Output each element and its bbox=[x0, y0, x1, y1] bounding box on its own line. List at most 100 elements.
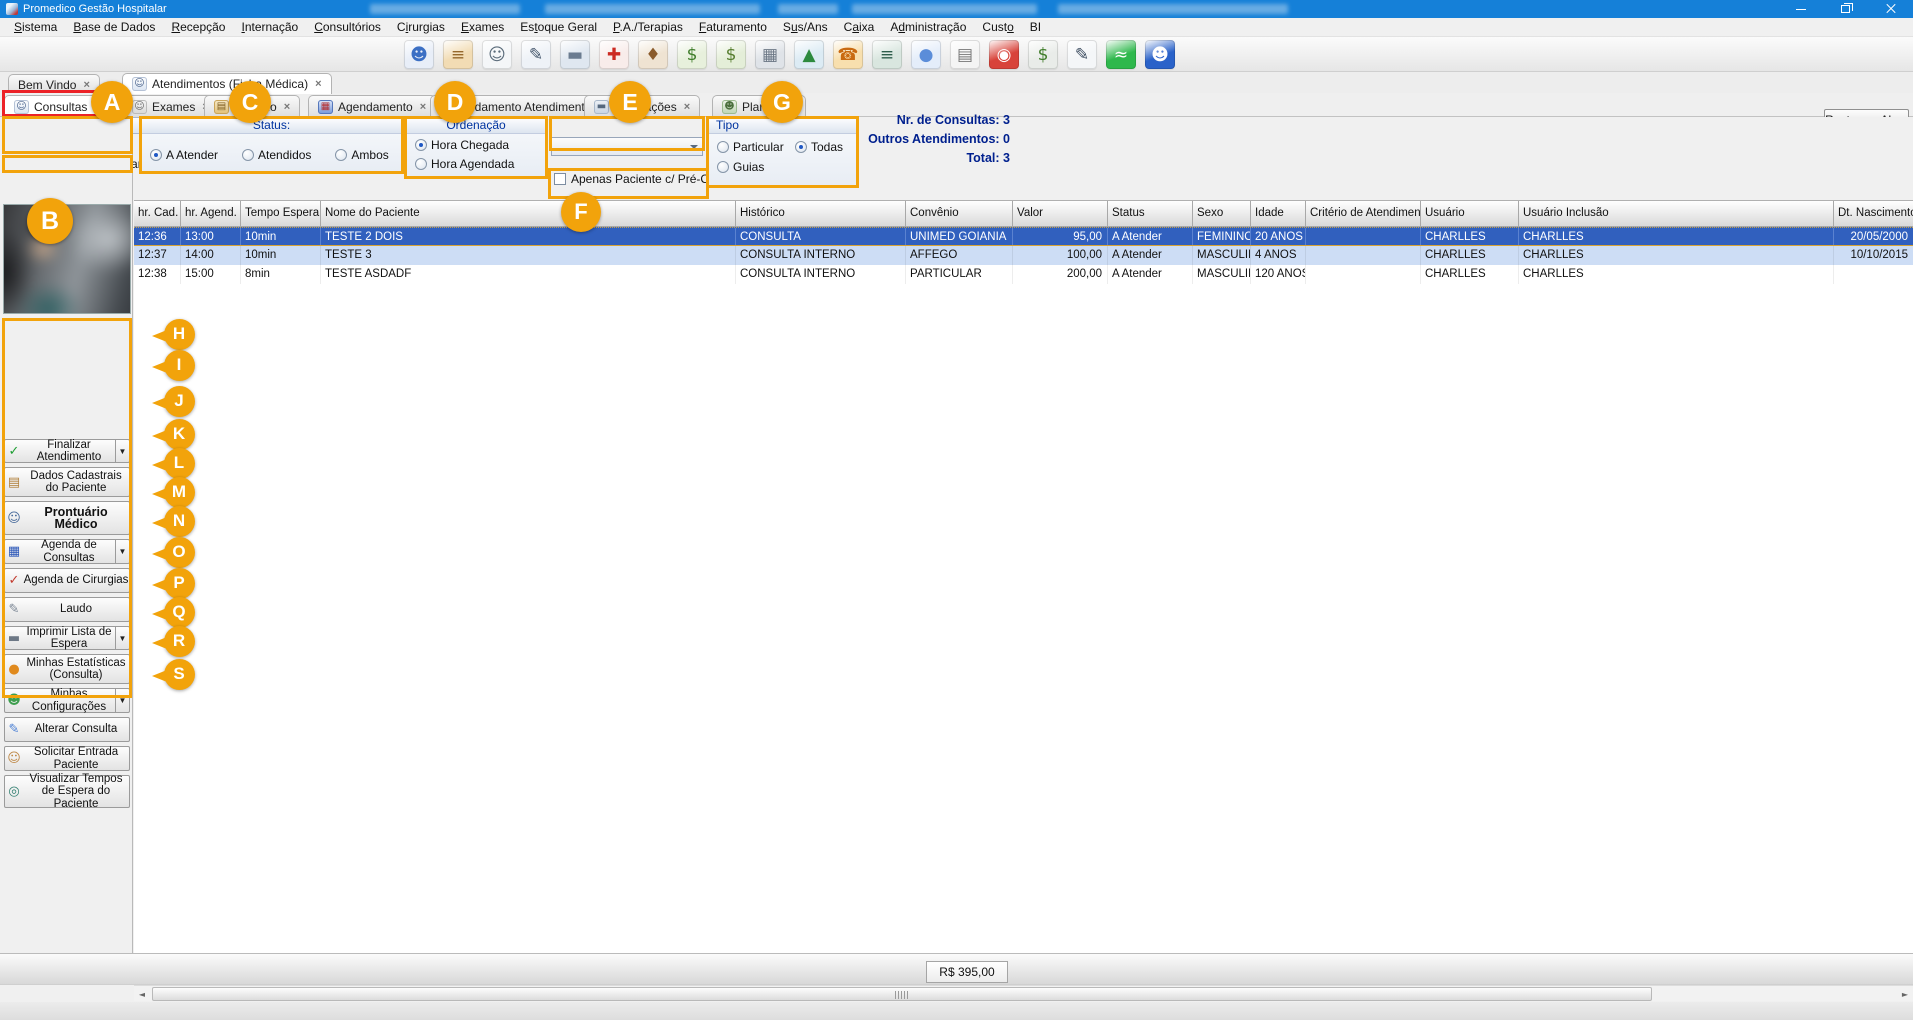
video-patient-icon[interactable]: ☻ bbox=[1145, 40, 1175, 69]
status-radio-a-atender[interactable]: A Atender bbox=[150, 148, 218, 162]
scrollbar-thumb[interactable] bbox=[152, 987, 1652, 1001]
column-header-status[interactable]: Status bbox=[1108, 201, 1193, 227]
menu-caixa[interactable]: Caixa bbox=[836, 18, 883, 36]
column-header-valor[interactable]: Valor bbox=[1013, 201, 1108, 227]
ledger-book-icon[interactable]: ≡ bbox=[872, 40, 902, 69]
close-window-icon[interactable] bbox=[1868, 0, 1913, 18]
report-grid-icon[interactable]: ▤ bbox=[950, 40, 980, 69]
checkbox-icon[interactable] bbox=[554, 173, 566, 185]
menu-p-a-terapias[interactable]: P.A./Terapias bbox=[605, 18, 691, 36]
chat-sphere-icon[interactable]: ● bbox=[911, 40, 941, 69]
menu-bi[interactable]: BI bbox=[1022, 18, 1049, 36]
power-off-icon[interactable]: ◉ bbox=[989, 40, 1019, 69]
menu-exames[interactable]: Exames bbox=[453, 18, 512, 36]
sidebar-button-agenda-de-cirurgias[interactable]: ✓Agenda de Cirurgias bbox=[4, 568, 130, 593]
radio-icon[interactable] bbox=[717, 161, 729, 173]
column-header-hr-agend[interactable]: hr. Agend. bbox=[181, 201, 241, 227]
column-header-usuario-inclusao[interactable]: Usuário Inclusão bbox=[1519, 201, 1834, 227]
menu-faturamento[interactable]: Faturamento bbox=[691, 18, 775, 36]
menu-base-de-dados[interactable]: Base de Dados bbox=[65, 18, 163, 36]
close-icon[interactable]: × bbox=[684, 101, 690, 113]
finance-chart-icon[interactable]: ▲ bbox=[794, 40, 824, 69]
dropdown-arrow-icon[interactable]: ▼ bbox=[115, 440, 129, 462]
tab-consultas[interactable]: ☺Consultas bbox=[4, 95, 97, 117]
table-row[interactable]: 12:3613:0010minTESTE 2 DOISCONSULTAUNIME… bbox=[134, 227, 1913, 246]
radio-icon[interactable] bbox=[335, 149, 347, 161]
sidebar-button-laudo[interactable]: ✎Laudo bbox=[4, 597, 130, 622]
tab-atendimentos-ficha-medica[interactable]: ☺Atendimentos (Ficha Médica)× bbox=[122, 73, 332, 94]
menu-custo[interactable]: Custo bbox=[974, 18, 1021, 36]
medical-form-icon[interactable]: ✎ bbox=[521, 40, 551, 69]
menu-administracao[interactable]: Administração bbox=[882, 18, 974, 36]
status-radio-atendidos[interactable]: Atendidos bbox=[242, 148, 311, 162]
column-header-convenio[interactable]: Convênio bbox=[906, 201, 1013, 227]
column-header-criterio-de-atendimento[interactable]: Critério de Atendimento bbox=[1306, 201, 1421, 227]
supplies-icon[interactable]: ♦ bbox=[638, 40, 668, 69]
column-header-tempo-espera[interactable]: Tempo Espera bbox=[241, 201, 321, 227]
money-stack-icon[interactable]: $ bbox=[716, 40, 746, 69]
sidebar-button-dados-cadastrais-do-paciente[interactable]: ▤Dados Cadastrais do Paciente bbox=[4, 467, 130, 497]
e-billing-icon[interactable]: $ bbox=[1028, 40, 1058, 69]
ordering-radio-hora-chegada[interactable]: Hora Chegada bbox=[415, 138, 514, 152]
sidebar-button-visualizar-tempos-de-espera-do-paciente[interactable]: ◎Visualizar Tempos de Espera do Paciente bbox=[4, 775, 130, 808]
ambulance-icon[interactable]: ✚ bbox=[599, 40, 629, 69]
units-dropdown[interactable] bbox=[551, 137, 703, 156]
radio-icon[interactable] bbox=[242, 149, 254, 161]
radio-icon[interactable] bbox=[717, 141, 729, 153]
phone-directory-icon[interactable]: ☎ bbox=[833, 40, 863, 69]
column-header-nome-do-paciente[interactable]: Nome do Paciente bbox=[321, 201, 736, 227]
menu-recepcao[interactable]: Recepção bbox=[163, 18, 233, 36]
sidebar-button-minhas-estatisticas-consulta[interactable]: ●Minhas Estatísticas (Consulta) bbox=[4, 654, 130, 684]
sidebar-button-finalizar-atendimento[interactable]: ✓Finalizar Atendimento▼ bbox=[4, 439, 130, 463]
horizontal-scrollbar[interactable]: ◄ ► bbox=[134, 985, 1913, 1001]
sidebar-button-alterar-consulta[interactable]: ✎Alterar Consulta bbox=[4, 717, 130, 742]
video-ecg-icon[interactable]: ≈ bbox=[1106, 40, 1136, 69]
table-row[interactable]: 12:3815:008minTESTE ASDADFCONSULTA INTER… bbox=[134, 265, 1913, 284]
restore-window-icon[interactable] bbox=[1823, 0, 1868, 18]
close-icon[interactable]: × bbox=[284, 101, 290, 113]
hospital-bed-icon[interactable]: ▬ bbox=[560, 40, 590, 69]
radio-icon[interactable] bbox=[415, 139, 427, 151]
sidebar-button-solicitar-entrada-paciente[interactable]: ☺Solicitar Entrada Paciente bbox=[4, 746, 130, 771]
scroll-left-icon[interactable]: ◄ bbox=[134, 987, 150, 1001]
close-icon[interactable]: × bbox=[420, 101, 426, 113]
type-radio-guias[interactable]: Guias bbox=[717, 160, 764, 174]
status-radio-ambos[interactable]: Ambos bbox=[335, 148, 388, 162]
scroll-right-icon[interactable]: ► bbox=[1897, 987, 1913, 1001]
add-patient-icon[interactable]: ☻ bbox=[404, 40, 434, 69]
chevron-down-icon[interactable] bbox=[690, 145, 698, 149]
sidebar-button-imprimir-lista-de-espera[interactable]: ▬Imprimir Lista de Espera▼ bbox=[4, 626, 130, 650]
dropdown-arrow-icon[interactable]: ▼ bbox=[115, 627, 129, 649]
sign-document-icon[interactable]: ✎ bbox=[1067, 40, 1097, 69]
dropdown-arrow-icon[interactable]: ▼ bbox=[115, 689, 129, 712]
tab-agendamento[interactable]: ▦Agendamento× bbox=[308, 95, 436, 117]
column-header-hr-cad[interactable]: hr. Cad. bbox=[134, 201, 181, 227]
sidebar-button-minhas-configuracoes[interactable]: ☻Minhas Configurações▼ bbox=[4, 688, 130, 713]
close-icon[interactable]: × bbox=[83, 79, 89, 91]
revenue-up-icon[interactable]: $ bbox=[677, 40, 707, 69]
column-header-historico[interactable]: Histórico bbox=[736, 201, 906, 227]
menu-cirurgias[interactable]: Cirurgias bbox=[389, 18, 453, 36]
ordering-radio-hora-agendada[interactable]: Hora Agendada bbox=[415, 157, 514, 171]
menu-consultorios[interactable]: Consultórios bbox=[306, 18, 389, 36]
radio-icon[interactable] bbox=[150, 149, 162, 161]
minimize-icon[interactable] bbox=[1778, 0, 1823, 18]
column-header-dt-nascimento[interactable]: Dt. Nascimento bbox=[1834, 201, 1913, 227]
close-icon[interactable]: × bbox=[315, 78, 321, 90]
menu-sistema[interactable]: Sistema bbox=[6, 18, 65, 36]
menu-sus-ans[interactable]: Sus/Ans bbox=[775, 18, 836, 36]
dropdown-arrow-icon[interactable]: ▼ bbox=[115, 540, 129, 563]
table-row[interactable]: 12:3714:0010minTESTE 3CONSULTA INTERNOAF… bbox=[134, 246, 1913, 265]
menu-internacao[interactable]: Internação bbox=[233, 18, 306, 36]
menu-estoque-geral[interactable]: Estoque Geral bbox=[512, 18, 605, 36]
column-header-idade[interactable]: Idade bbox=[1251, 201, 1306, 227]
patient-records-icon[interactable]: ≡ bbox=[443, 40, 473, 69]
radio-icon[interactable] bbox=[415, 158, 427, 170]
tab-bem-vindo[interactable]: Bem Vindo× bbox=[8, 74, 100, 94]
safe-icon[interactable]: ▦ bbox=[755, 40, 785, 69]
column-header-sexo[interactable]: Sexo bbox=[1193, 201, 1251, 227]
column-header-usuario[interactable]: Usuário bbox=[1421, 201, 1519, 227]
sidebar-button-agenda-de-consultas[interactable]: ▦Agenda de Consultas▼ bbox=[4, 539, 130, 564]
doctor-icon[interactable]: ☺ bbox=[482, 40, 512, 69]
sidebar-button-prontuario-medico[interactable]: ☺Prontuário Médico bbox=[4, 501, 130, 535]
